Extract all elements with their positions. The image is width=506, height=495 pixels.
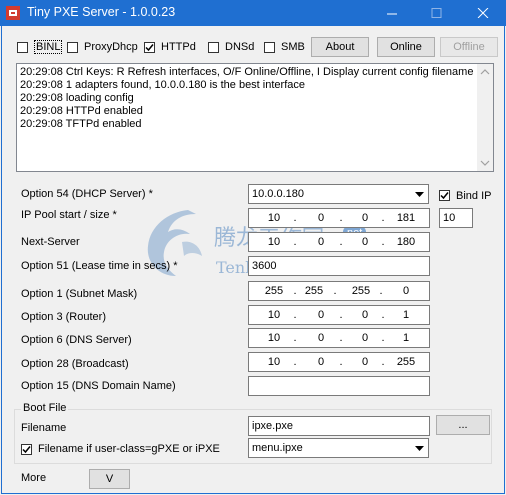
offline-button[interactable]: Offline — [440, 37, 498, 57]
smb-checkbox[interactable] — [264, 42, 275, 53]
maximize-button[interactable] — [415, 0, 460, 26]
octet: 180 — [396, 236, 416, 248]
ip-pool-size-value: 10 — [443, 212, 456, 224]
close-button[interactable] — [461, 0, 506, 26]
boot-file-group-title: Boot File — [21, 402, 69, 414]
user-class-dropdown[interactable] — [411, 439, 428, 457]
broadcast-input[interactable]: 10. 0. 0. 255 — [248, 352, 430, 372]
minimize-icon — [387, 13, 397, 15]
binl-label: BINL — [34, 40, 63, 54]
ip-pool-size-input[interactable]: 10 — [439, 208, 473, 228]
proxydhcp-label: ProxyDhcp — [84, 41, 138, 53]
octet: 10 — [267, 212, 281, 224]
octet: 255 — [351, 285, 371, 297]
option15-label: Option 15 (DNS Domain Name) — [21, 380, 176, 392]
option54-select[interactable]: 10.0.0.180 — [248, 184, 429, 204]
ip-pool-start-input[interactable]: 10. 0. 0. 181 — [248, 208, 430, 228]
log-line: 20:29:08 loading config — [20, 92, 134, 104]
option51-label: Option 51 (Lease time in secs) * — [21, 260, 178, 272]
option54-value: 10.0.0.180 — [252, 188, 304, 200]
about-button[interactable]: About — [311, 37, 369, 57]
octet: 0 — [317, 332, 325, 344]
log-line: 20:29:08 TFTPd enabled — [20, 118, 142, 130]
octet: 1 — [402, 309, 410, 321]
checkmark-icon — [22, 446, 31, 454]
smb-label: SMB — [281, 41, 305, 53]
option28-label: Option 28 (Broadcast) — [21, 358, 129, 370]
log-scrollbar[interactable] — [477, 64, 493, 171]
close-icon — [477, 8, 489, 18]
user-class-checkbox[interactable] — [21, 444, 32, 455]
option6-label: Option 6 (DNS Server) — [21, 334, 132, 346]
octet: 0 — [361, 356, 369, 368]
log-line: 20:29:08 1 adapters found, 10.0.0.180 is… — [20, 79, 305, 91]
octet: 255 — [304, 285, 324, 297]
user-class-value: menu.ipxe — [252, 442, 303, 454]
ip-pool-label: IP Pool start / size * — [21, 209, 117, 221]
chevron-down-icon — [415, 192, 424, 197]
more-label: More — [21, 472, 47, 484]
octet: 0 — [361, 236, 369, 248]
chevron-down-icon — [415, 446, 424, 451]
binl-checkbox[interactable] — [17, 42, 28, 53]
octet: 0 — [317, 212, 325, 224]
scroll-down-icon[interactable] — [477, 157, 493, 169]
filename-label: Filename — [21, 422, 67, 434]
browse-button[interactable]: ... — [436, 415, 490, 435]
user-class-label: Filename if user-class=gPXE or iPXE — [38, 443, 220, 455]
checkmark-icon — [145, 44, 154, 52]
octet: 10 — [267, 309, 281, 321]
maximize-icon — [431, 8, 442, 18]
next-server-input[interactable]: 10. 0. 0. 180 — [248, 232, 430, 252]
filename-input[interactable]: ipxe.pxe — [248, 416, 430, 436]
window-title: Tiny PXE Server - 1.0.0.23 — [27, 5, 176, 19]
subnet-mask-input[interactable]: 255. 255. 255. 0 — [248, 281, 430, 301]
octet: 0 — [317, 309, 325, 321]
octet: 0 — [361, 332, 369, 344]
dnsd-checkbox[interactable] — [208, 42, 219, 53]
octet: 10 — [267, 332, 281, 344]
title-bar[interactable]: Tiny PXE Server - 1.0.0.23 — [0, 0, 506, 26]
proxydhcp-checkbox[interactable] — [67, 42, 78, 53]
dns-server-input[interactable]: 10. 0. 0. 1 — [248, 328, 430, 348]
log-box[interactable]: 20:29:08 Ctrl Keys: R Refresh interfaces… — [16, 63, 494, 172]
octet: 10 — [267, 236, 281, 248]
online-button[interactable]: Online — [377, 37, 435, 57]
octet: 1 — [402, 332, 410, 344]
octet: 0 — [317, 356, 325, 368]
log-line: 20:29:08 Ctrl Keys: R Refresh interfaces… — [20, 66, 474, 78]
httpd-checkbox[interactable] — [144, 42, 155, 53]
dnsd-label: DNSd — [225, 41, 255, 53]
filename-value: ipxe.pxe — [252, 420, 293, 432]
octet: 0 — [361, 309, 369, 321]
lease-time-value: 3600 — [252, 260, 277, 272]
more-button[interactable]: V — [89, 469, 130, 489]
octet: 10 — [267, 356, 281, 368]
minimize-button[interactable] — [370, 0, 415, 26]
dns-domain-input[interactable] — [248, 376, 430, 396]
lease-time-input[interactable]: 3600 — [248, 256, 430, 276]
octet: 181 — [396, 212, 416, 224]
option1-label: Option 1 (Subnet Mask) — [21, 288, 138, 300]
scroll-up-icon[interactable] — [477, 66, 493, 78]
bind-ip-checkbox[interactable] — [439, 190, 450, 201]
bind-ip-label: Bind IP — [456, 190, 492, 202]
log-line: 20:29:08 HTTPd enabled — [20, 105, 143, 117]
octet: 0 — [317, 236, 325, 248]
option54-label: Option 54 (DHCP Server) * — [21, 188, 153, 200]
router-input[interactable]: 10. 0. 0. 1 — [248, 305, 430, 325]
app-icon — [6, 6, 20, 20]
octet: 0 — [361, 212, 369, 224]
checkmark-icon — [440, 192, 449, 200]
user-class-select[interactable]: menu.ipxe — [248, 438, 429, 458]
option3-label: Option 3 (Router) — [21, 311, 106, 323]
octet: 0 — [402, 285, 410, 297]
httpd-label: HTTPd — [161, 41, 196, 53]
next-server-label: Next-Server — [21, 236, 80, 248]
octet: 255 — [264, 285, 284, 297]
option54-dropdown[interactable] — [411, 185, 428, 203]
octet: 255 — [396, 356, 416, 368]
